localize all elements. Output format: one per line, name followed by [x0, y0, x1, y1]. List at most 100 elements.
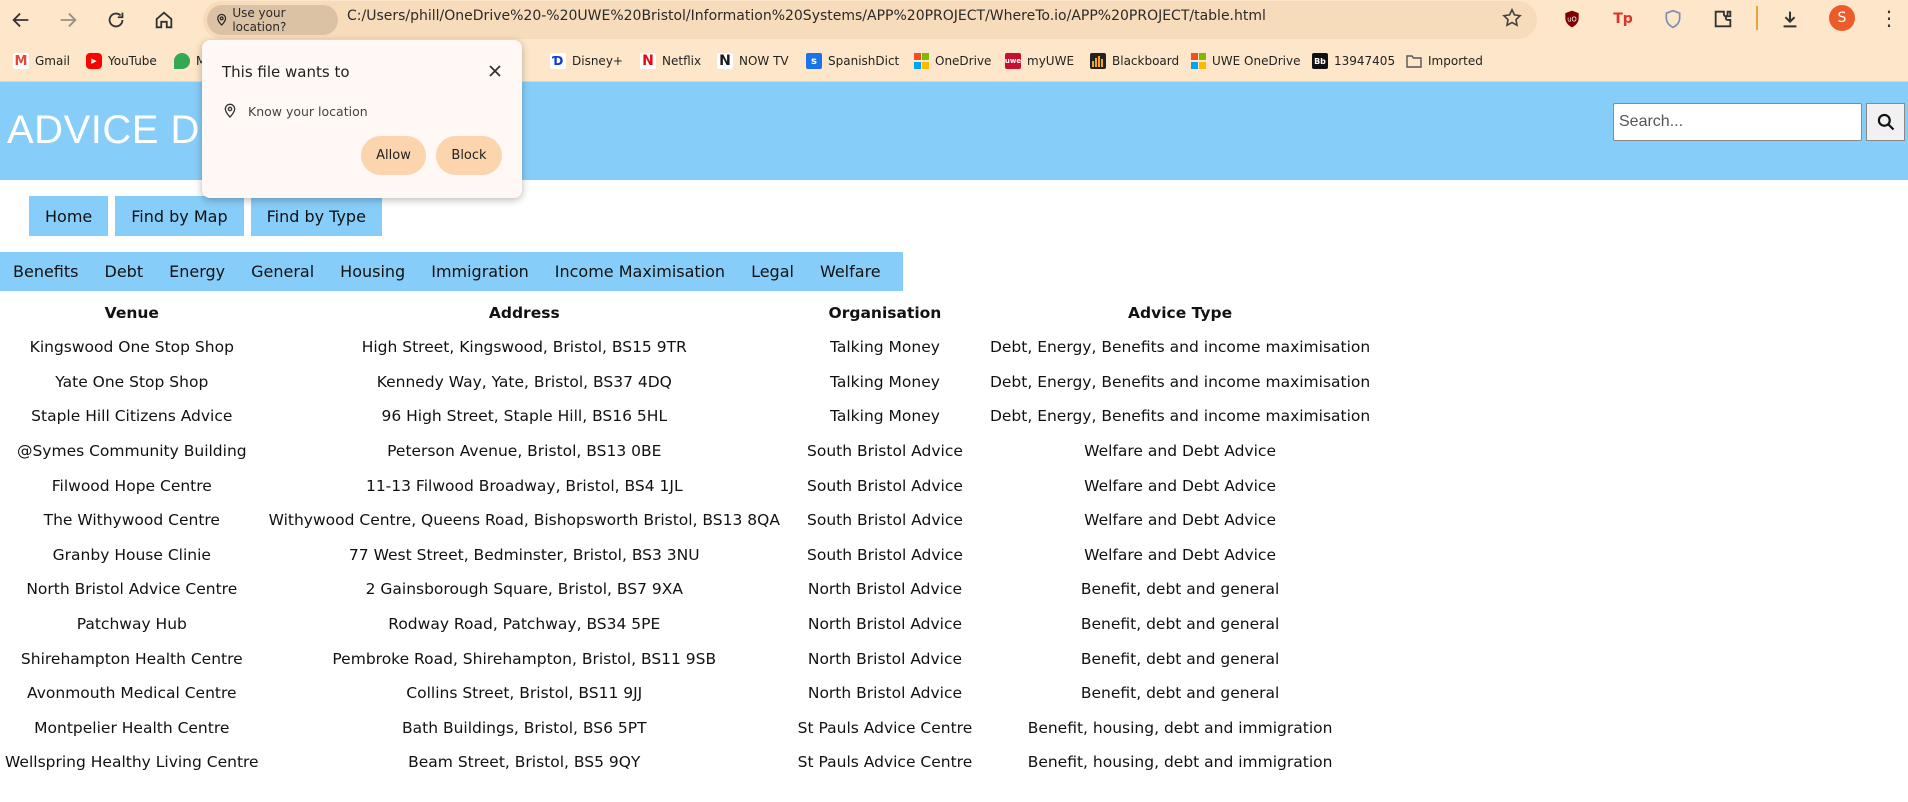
address-cell: 11-13 Filwood Broadway, Bristol, BS4 1JL: [365, 476, 683, 495]
forward-button[interactable]: [51, 3, 85, 37]
advice-type-cell: Benefit, debt and general: [1080, 580, 1280, 599]
bookmark-myuwe[interactable]: uwe myUWE: [1005, 51, 1074, 71]
address-cell: High Street, Kingswood, Bristol, BS15 9T…: [361, 338, 687, 357]
address-bar[interactable]: Use your location? C:/Users/phill/OneDri…: [203, 1, 1537, 39]
organisation-cell: North Bristol Advice: [807, 684, 963, 703]
reload-button[interactable]: [99, 3, 133, 37]
myuwe-icon: uwe: [1005, 53, 1021, 69]
folder-icon: [1406, 53, 1422, 69]
advice-type-cell: Welfare and Debt Advice: [1084, 442, 1276, 461]
table-row: Patchway Hub Rodway Road, Patchway, BS34 …: [0, 607, 1375, 642]
venue-cell: Yate One Stop Shop: [55, 372, 209, 391]
close-button[interactable]: [484, 60, 506, 82]
url-text[interactable]: C:/Users/phill/OneDrive%20-%20UWE%20Bris…: [347, 1, 1266, 39]
popup-permission-label: Know your location: [248, 103, 368, 119]
header-venue: Venue: [104, 304, 159, 322]
blackboard-icon: [1090, 53, 1106, 69]
type-general[interactable]: General: [238, 252, 327, 291]
address-cell: Rodway Road, Patchway, BS34 5PE: [388, 615, 661, 634]
browser-menu-icon[interactable]: ⋮: [1878, 4, 1900, 32]
address-cell: Bath Buildings, Bristol, BS6 5PT: [402, 718, 647, 737]
block-button[interactable]: Block: [436, 136, 502, 175]
nav-find-by-type-button[interactable]: Find by Type: [250, 196, 382, 236]
table-row: Kingswood One Stop Shop High Street, King…: [0, 330, 1375, 365]
table-row: Montpelier Health Centre Bath Buildings, …: [0, 711, 1375, 746]
address-cell: 96 High Street, Staple Hill, BS16 5HL: [381, 407, 668, 426]
bookmark-label: Blackboard: [1112, 54, 1180, 68]
advice-type-cell: Debt, Energy, Benefits and income maximi…: [989, 338, 1371, 357]
bookmark-blackboard[interactable]: Blackboard: [1090, 51, 1179, 71]
bookmark-spanishdict[interactable]: s SpanishDict: [806, 51, 899, 71]
nav-find-by-map-button[interactable]: Find by Map: [115, 196, 244, 236]
bookmark-nowtv[interactable]: N NOW TV: [717, 51, 789, 71]
netflix-icon: N: [640, 53, 656, 69]
disney-icon: Ɗ: [550, 53, 566, 69]
address-cell: Beam Street, Bristol, BS5 9QY: [408, 753, 641, 772]
advice-type-cell: Benefit, debt and general: [1080, 615, 1280, 634]
bookmark-youtube[interactable]: ▶ YouTube: [86, 51, 157, 71]
search-icon: [1877, 113, 1894, 131]
search-button[interactable]: [1866, 103, 1905, 141]
reload-icon: [108, 12, 124, 28]
maps-icon: [174, 53, 190, 69]
home-button[interactable]: [147, 3, 181, 37]
bookmark-disney[interactable]: Ɗ Disney+: [550, 51, 623, 71]
back-button[interactable]: [4, 3, 38, 37]
microsoft-icon: [1190, 53, 1206, 69]
profile-avatar[interactable]: S: [1829, 5, 1855, 31]
nav-home-button[interactable]: Home: [29, 196, 109, 236]
advice-type-cell: Debt, Energy, Benefits and income maximi…: [989, 372, 1371, 391]
bookmark-uwe-onedrive[interactable]: UWE OneDrive: [1190, 51, 1300, 71]
bookmark-gmail[interactable]: M Gmail: [13, 51, 70, 71]
tp-extension-icon[interactable]: Tp: [1610, 6, 1636, 32]
shield-extension-icon[interactable]: [1660, 6, 1686, 32]
close-icon: [489, 65, 501, 77]
table-row: Avonmouth Medical Centre Collins Street, …: [0, 676, 1375, 711]
type-immigration[interactable]: Immigration: [418, 252, 542, 291]
svg-text:uO: uO: [1567, 16, 1576, 24]
table-row: Staple Hill Citizens Advice 96 High Stree…: [0, 399, 1375, 434]
venue-cell: North Bristol Advice Centre: [26, 580, 238, 599]
organisation-cell: North Bristol Advice: [807, 615, 963, 634]
bookmark-imported[interactable]: Imported: [1406, 51, 1483, 71]
bb-icon: Bb: [1312, 53, 1328, 69]
address-cell: Kennedy Way, Yate, Bristol, BS37 4DQ: [376, 372, 672, 391]
advice-type-cell: Benefit, debt and general: [1080, 684, 1280, 703]
venue-cell: Patchway Hub: [76, 615, 187, 634]
table-header-row: Venue Address Organisation Advice Type: [0, 296, 1375, 330]
popup-permission-row: Know your location: [222, 103, 368, 119]
bookmark-13947405[interactable]: Bb 13947405: [1312, 51, 1395, 71]
address-cell: Pembroke Road, Shirehampton, Bristol, BS…: [332, 649, 717, 668]
venue-cell: The Withywood Centre: [43, 511, 220, 530]
type-housing[interactable]: Housing: [327, 252, 418, 291]
bookmark-label: UWE OneDrive: [1212, 54, 1301, 68]
search-input[interactable]: [1613, 103, 1862, 141]
venue-cell: Avonmouth Medical Centre: [27, 684, 237, 703]
bookmark-netflix[interactable]: N Netflix: [640, 51, 701, 71]
youtube-icon: ▶: [86, 53, 102, 69]
header-advice-type: Advice Type: [1128, 304, 1233, 322]
address-cell: Peterson Avenue, Bristol, BS13 0BE: [387, 442, 662, 461]
type-welfare[interactable]: Welfare: [807, 252, 894, 291]
organisation-cell: Talking Money: [829, 407, 940, 426]
table-row: Shirehampton Health Centre Pembroke Road,…: [0, 641, 1375, 676]
type-legal[interactable]: Legal: [738, 252, 807, 291]
location-pin-icon: [224, 103, 236, 118]
type-energy[interactable]: Energy: [156, 252, 238, 291]
bookmark-onedrive[interactable]: OneDrive: [913, 51, 991, 71]
allow-button[interactable]: Allow: [361, 136, 426, 175]
venue-cell: @Symes Community Building: [16, 442, 247, 461]
advice-type-cell: Welfare and Debt Advice: [1084, 511, 1276, 530]
advice-type-cell: Welfare and Debt Advice: [1084, 476, 1276, 495]
type-debt[interactable]: Debt: [92, 252, 157, 291]
address-cell: 77 West Street, Bedminster, Bristol, BS3…: [348, 545, 700, 564]
type-income-maximisation[interactable]: Income Maximisation: [542, 252, 738, 291]
type-benefits[interactable]: Benefits: [0, 252, 92, 291]
ublock-extension-icon[interactable]: uO: [1559, 6, 1585, 32]
address-cell: Withywood Centre, Queens Road, Bishopswo…: [268, 511, 780, 530]
downloads-icon[interactable]: [1777, 6, 1803, 32]
extensions-puzzle-icon[interactable]: [1710, 6, 1736, 32]
advice-type-cell: Benefit, debt and general: [1080, 649, 1280, 668]
location-permission-chip[interactable]: Use your location?: [207, 5, 338, 35]
bookmark-star-icon[interactable]: [1501, 7, 1523, 29]
